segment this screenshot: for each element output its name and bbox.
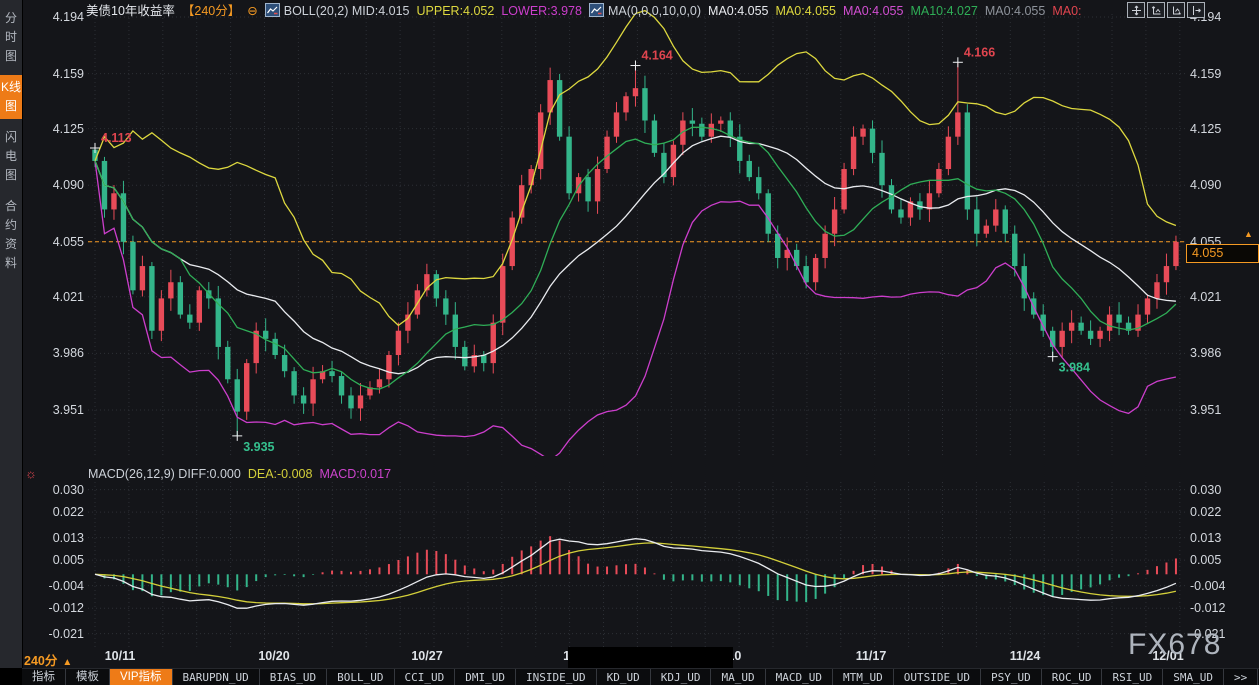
tab-MACD_UD[interactable]: MACD_UD	[766, 669, 833, 685]
axis-label-0.030: 0.030	[1190, 483, 1254, 497]
axis-label-3.951: 3.951	[1190, 403, 1254, 417]
tab-INSIDE_UD[interactable]: INSIDE_UD	[516, 669, 597, 685]
x-axis-date-11/24: 11/24	[1002, 649, 1048, 663]
axis-label-0.005: 0.005	[1190, 553, 1254, 567]
axis-label-4.159: 4.159	[1190, 67, 1254, 81]
fx678-watermark: FX678	[1128, 628, 1221, 662]
boll-chart-icon[interactable]	[265, 3, 280, 17]
timeframe-text: 240分	[24, 654, 57, 668]
axis-scale-right-button[interactable]	[1167, 2, 1185, 18]
svg-text:4.113: 4.113	[101, 131, 132, 145]
svg-text:4.166: 4.166	[964, 45, 995, 59]
tab-PSY_UD[interactable]: PSY_UD	[981, 669, 1042, 685]
shift-pane-button[interactable]	[1187, 2, 1205, 18]
sidebar-item-合约资料[interactable]: 合约资料	[0, 194, 22, 276]
axis-label-3.986: 3.986	[1190, 346, 1254, 360]
sidebar-item-闪电图[interactable]: 闪电图	[0, 125, 22, 188]
kline-chart-canvas[interactable]: 4.113 4.164 4.166 3.935 3.984	[0, 0, 1259, 685]
tab-模板[interactable]: 模板	[66, 669, 110, 685]
tab-BIAS_UD[interactable]: BIAS_UD	[260, 669, 327, 685]
axis-label-4.090: 4.090	[1190, 178, 1254, 192]
tab-KDJ_UD[interactable]: KDJ_UD	[651, 669, 712, 685]
tab-RSI_UD[interactable]: RSI_UD	[1102, 669, 1163, 685]
ma0-white: MA0:4.055	[708, 4, 768, 18]
indicator-header: 美债10年收益率【240分】 ⊖ BOLL(20,2) MID:4.015 UPPER…	[86, 3, 1089, 18]
axis-label-0.022: 0.022	[1190, 505, 1254, 519]
x-axis-date-10/20: 10/20	[251, 649, 297, 663]
move-tool-button[interactable]	[1127, 2, 1145, 18]
x-axis-date-11/17: 11/17	[848, 649, 894, 663]
bottom-timeframe-label: 240分 ▲	[24, 650, 72, 669]
ma0-yellow: MA0:4.055	[776, 4, 836, 18]
tab-DMI_UD[interactable]: DMI_UD	[455, 669, 516, 685]
ma10-green: MA10:4.027	[910, 4, 977, 18]
axis-label--0.012: -0.012	[1190, 601, 1254, 615]
x-axis-date-10/11: 10/11	[97, 649, 143, 663]
collapse-icon[interactable]: ⊖	[247, 4, 257, 18]
tab-MTM_UD[interactable]: MTM_UD	[833, 669, 894, 685]
axis-label-4.125: 4.125	[1190, 122, 1254, 136]
sidebar-item-分时图[interactable]: 分时图	[0, 6, 22, 69]
macd-dea: DEA:-0.008	[248, 467, 313, 481]
sidebar-item-K线图[interactable]: K线图	[0, 75, 22, 119]
tab-BOLL_UD[interactable]: BOLL_UD	[327, 669, 394, 685]
tab->>[interactable]: >>	[1224, 669, 1258, 685]
symbol-title: 美债10年收益率	[86, 4, 175, 18]
axis-label-0.013: 0.013	[1190, 531, 1254, 545]
tab-OUTSIDE_UD[interactable]: OUTSIDE_UD	[894, 669, 981, 685]
svg-text:3.984: 3.984	[1059, 361, 1090, 375]
tab-VIP指标[interactable]: VIP指标	[110, 669, 173, 685]
ma0-red: MA0:	[1052, 4, 1081, 18]
ma0-gray: MA0:4.055	[985, 4, 1045, 18]
x-axis-date-10/27: 10/27	[404, 649, 450, 663]
macd-indicator-icon[interactable]: ☼	[25, 466, 37, 481]
redaction-overlay	[568, 647, 733, 668]
ma0-magenta: MA0:4.055	[843, 4, 903, 18]
boll-upper: UPPER:4.052	[417, 4, 495, 18]
tab-指标[interactable]: 指标	[22, 669, 66, 685]
tab-CCI_UD[interactable]: CCI_UD	[395, 669, 456, 685]
axis-label--0.004: -0.004	[1190, 579, 1254, 593]
axis-scale-left-button[interactable]	[1147, 2, 1165, 18]
current-price-tag: 4.055	[1186, 244, 1259, 263]
timeframe-badge: 【240分】	[182, 4, 240, 18]
ma-label: MA(0,0,0,10,0,0)	[608, 4, 701, 18]
svg-text:4.164: 4.164	[641, 49, 672, 63]
tab-ROC_UD[interactable]: ROC_UD	[1042, 669, 1103, 685]
tab-BARUPDN_UD[interactable]: BARUPDN_UD	[173, 669, 260, 685]
timeframe-arrow-icon: ▲	[62, 657, 72, 668]
svg-text:3.935: 3.935	[243, 440, 274, 454]
ma-chart-icon[interactable]	[589, 3, 604, 17]
boll-lower: LOWER:3.978	[501, 4, 582, 18]
macd-label: MACD(26,12,9) DIFF:0.000	[88, 467, 241, 481]
axis-label-4.021: 4.021	[1190, 290, 1254, 304]
boll-label: BOLL(20,2) MID:4.015	[284, 4, 410, 18]
left-sidebar: 分时图 K线图闪电图合约资料	[0, 0, 23, 685]
macd-value: MACD:0.017	[319, 467, 391, 481]
trading-app-window: 4.1134.1644.1663.9353.984 分时图K线图闪电图合约资料 …	[0, 0, 1259, 685]
tab-KD_UD[interactable]: KD_UD	[597, 669, 651, 685]
tabbar-corner	[0, 668, 22, 685]
current-price-arrow-icon: ▲	[1244, 229, 1253, 239]
macd-header: MACD(26,12,9) DIFF:0.000 DEA:-0.008 MACD:0…	[88, 467, 398, 481]
tab-MA_UD[interactable]: MA_UD	[711, 669, 765, 685]
chart-toolbar	[1127, 2, 1205, 18]
bottom-tab-bar: 指标模板VIP指标BARUPDN_UDBIAS_UDBOLL_UDCCI_UDD…	[22, 668, 1259, 685]
tab-SMA_UD[interactable]: SMA_UD	[1163, 669, 1224, 685]
